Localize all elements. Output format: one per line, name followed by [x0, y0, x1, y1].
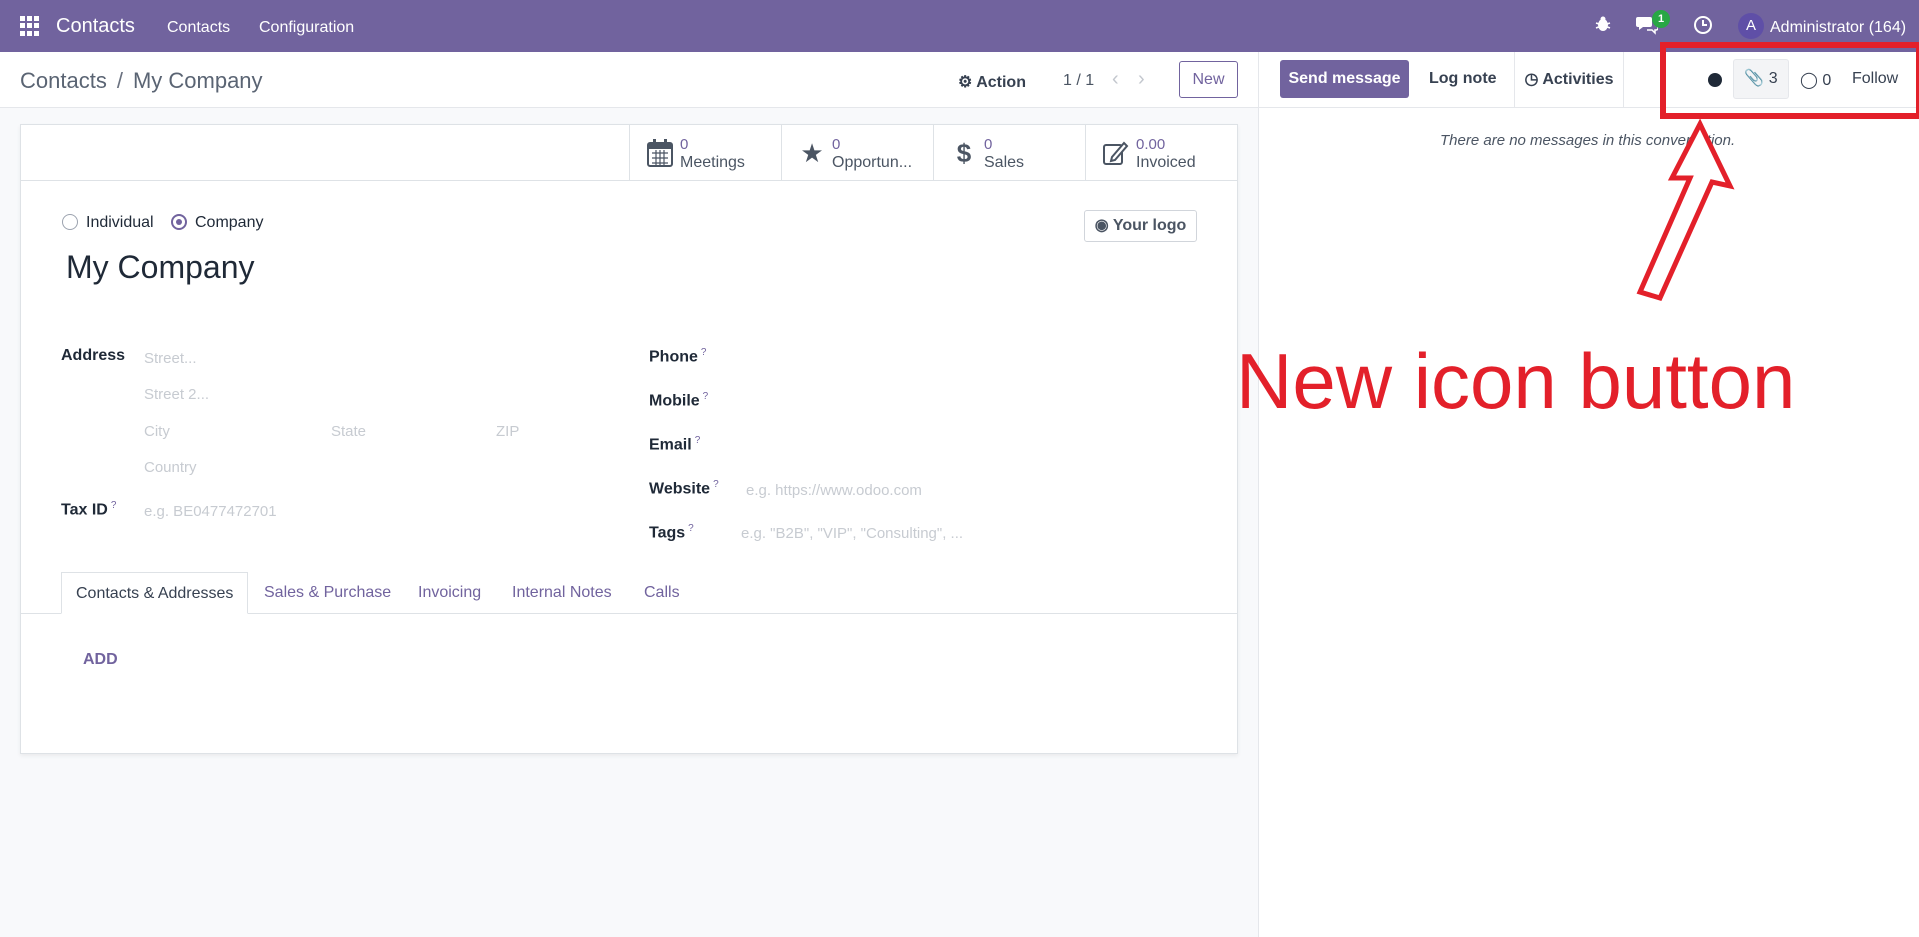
help-icon[interactable]: ?: [713, 479, 719, 490]
menu-contacts[interactable]: Contacts: [167, 19, 230, 37]
tab-contacts-addresses[interactable]: Contacts & Addresses: [61, 572, 249, 614]
breadcrumb-current: My Company: [132, 68, 263, 93]
avatar[interactable]: A: [1738, 13, 1764, 39]
chevron-left-icon[interactable]: ‹: [1112, 68, 1119, 91]
stat-button-opportunities[interactable]: ★ 0 Opportun...: [781, 125, 933, 181]
tags-input[interactable]: e.g. "B2B", "VIP", "Consulting", ...: [741, 525, 963, 542]
chevron-right-icon[interactable]: ›: [1138, 68, 1145, 91]
stat-button-invoiced[interactable]: 0.00 Invoiced: [1085, 125, 1237, 181]
send-message-button[interactable]: Send message: [1280, 60, 1409, 98]
tax-id-label-text: Tax ID: [61, 501, 108, 519]
street-input[interactable]: Street...: [144, 350, 197, 367]
action-button[interactable]: ⚙ Action: [958, 72, 1026, 92]
stat-label: Meetings: [680, 154, 745, 171]
stat-button-box: 0 Meetings ★ 0 Opportun... $ 0 Sales 0.0…: [21, 125, 1237, 181]
zip-input[interactable]: ZIP: [496, 423, 519, 440]
website-label: Website?: [649, 479, 719, 498]
log-note-button[interactable]: Log note: [1429, 70, 1497, 88]
control-panel: Contacts / My Company ⚙ Action 1 / 1 ‹ › N…: [0, 52, 1258, 108]
tab-invoicing[interactable]: Invoicing: [404, 572, 495, 614]
chatter-panel: Send message Log note ◷ Activities 📎 3 ◯…: [1258, 52, 1919, 937]
annotation-text: New icon button: [1236, 337, 1796, 425]
stat-button-meetings[interactable]: 0 Meetings: [629, 125, 781, 181]
pager-value[interactable]: 1 / 1: [1063, 72, 1094, 90]
stat-value: 0: [832, 136, 841, 153]
activities-label: Activities: [1542, 71, 1614, 88]
website-label-text: Website: [649, 480, 711, 498]
logo-upload-button[interactable]: ◉ Your logo: [1084, 210, 1197, 242]
breadcrumb: Contacts / My Company: [20, 68, 263, 94]
breadcrumb-separator: /: [116, 68, 123, 93]
notebook-tabs: Contacts & Addresses Sales & Purchase In…: [20, 572, 1238, 614]
help-icon[interactable]: ?: [695, 435, 701, 446]
email-label: Email?: [649, 435, 700, 454]
breadcrumb-parent[interactable]: Contacts: [20, 68, 107, 93]
address-label: Address: [61, 347, 126, 364]
website-input[interactable]: e.g. https://www.odoo.com: [746, 482, 922, 499]
clock-icon: ◷: [1524, 71, 1539, 88]
tags-label: Tags?: [649, 523, 694, 542]
activities-button[interactable]: ◷ Activities: [1514, 52, 1624, 108]
street2-input[interactable]: Street 2...: [144, 386, 209, 403]
help-icon[interactable]: ?: [111, 500, 117, 511]
radio-company-label[interactable]: Company: [195, 214, 263, 232]
phone-label-text: Phone: [649, 348, 698, 366]
top-navbar: Contacts Contacts Configuration 1 A Admi…: [0, 0, 1919, 52]
mobile-label-text: Mobile: [649, 392, 700, 410]
menu-configuration[interactable]: Configuration: [259, 19, 354, 37]
stat-value: 0.00: [1136, 136, 1166, 153]
edit-icon: [1102, 139, 1130, 167]
tab-sales-purchase[interactable]: Sales & Purchase: [250, 572, 405, 614]
action-label: Action: [976, 74, 1026, 91]
company-name-field[interactable]: My Company: [66, 249, 255, 286]
radio-individual[interactable]: [62, 214, 78, 230]
dollar-icon: $: [956, 138, 972, 168]
add-contact-link[interactable]: ADD: [83, 651, 118, 669]
user-menu[interactable]: Administrator (164): [1770, 19, 1906, 37]
email-label-text: Email: [649, 436, 692, 454]
tags-label-text: Tags: [649, 524, 686, 542]
logo-label: Your logo: [1112, 217, 1187, 234]
mobile-label: Mobile?: [649, 391, 708, 410]
help-icon[interactable]: ?: [688, 523, 694, 534]
tab-internal-notes[interactable]: Internal Notes: [498, 572, 626, 614]
tab-calls[interactable]: Calls: [630, 572, 694, 614]
app-brand[interactable]: Contacts: [56, 15, 135, 38]
camera-icon: ◉: [1094, 217, 1109, 234]
stat-label: Sales: [984, 154, 1025, 171]
help-icon[interactable]: ?: [701, 347, 707, 358]
city-input[interactable]: City: [144, 423, 170, 440]
phone-label: Phone?: [649, 347, 706, 366]
radio-company[interactable]: [171, 214, 187, 230]
stat-button-sales[interactable]: $ 0 Sales: [933, 125, 1085, 181]
gear-icon: ⚙: [958, 74, 973, 91]
bug-icon[interactable]: [1594, 15, 1612, 38]
stat-label: Invoiced: [1136, 154, 1196, 171]
empty-conversation-text: There are no messages in this conversati…: [1440, 132, 1736, 149]
new-button[interactable]: New: [1179, 61, 1238, 98]
stat-label: Opportun...: [832, 154, 913, 171]
help-icon[interactable]: ?: [703, 391, 709, 402]
tax-id-label: Tax ID?: [61, 500, 116, 519]
radio-individual-label[interactable]: Individual: [86, 214, 154, 232]
clock-icon[interactable]: [1693, 15, 1713, 40]
apps-grid-icon[interactable]: [20, 16, 40, 36]
country-input[interactable]: Country: [144, 459, 197, 476]
tax-id-input[interactable]: e.g. BE0477472701: [144, 503, 277, 520]
star-icon: ★: [800, 138, 824, 168]
stat-value: 0: [680, 136, 689, 153]
state-input[interactable]: State: [331, 423, 366, 440]
messages-badge: 1: [1652, 10, 1670, 28]
calendar-icon: [646, 139, 674, 167]
annotation-highlight-box: [1660, 42, 1919, 119]
stat-value: 0: [984, 136, 993, 153]
